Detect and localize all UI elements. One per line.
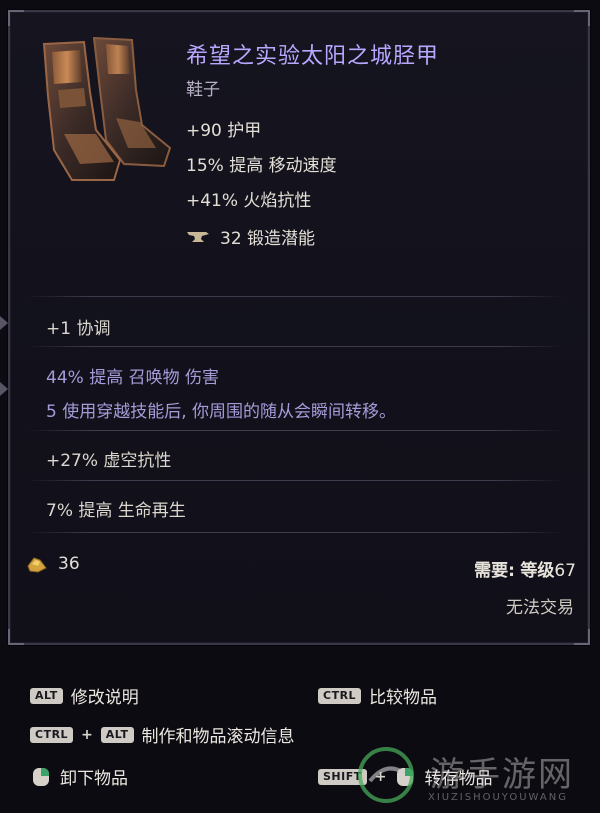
forging-potential: 32 锻造潜能 [186, 224, 315, 249]
requirement-level-label: 等级 [520, 561, 555, 581]
level-requirement: 需要: 等级67 [474, 556, 576, 581]
frame-corner [574, 629, 590, 645]
divider [26, 296, 564, 297]
plus-icon: + [81, 726, 93, 743]
right-mouse-icon [33, 767, 49, 786]
forging-potential-label: 32 锻造潜能 [220, 229, 316, 249]
gold-value: 36 [26, 554, 80, 574]
requirement-label: 需要: [474, 561, 515, 581]
hint-label: 比较物品 [369, 688, 438, 708]
frame-corner [8, 10, 24, 26]
watermark-subtext: XIUZISHOUYOUWANG [428, 792, 568, 803]
affix-line: 5 使用穿越技能后, 你周围的随从会瞬间转移。 [46, 402, 397, 422]
divider [26, 532, 564, 533]
implicit-stat: +41% 火焰抗性 [186, 191, 312, 211]
anvil-icon [187, 231, 209, 242]
trade-status: 无法交易 [506, 598, 574, 618]
ctrl-key: CTRL [318, 687, 362, 704]
divider [26, 430, 564, 431]
hint-label: 制作和物品滚动信息 [141, 727, 295, 747]
frame-notch-icon [0, 316, 8, 330]
hint-unequip-item[interactable]: 卸下物品 [30, 764, 128, 789]
affix-line: +1 协调 [46, 319, 111, 339]
hint-modify-description[interactable]: ALT 修改说明 [30, 683, 139, 708]
affix-line: 7% 提高 生命再生 [46, 501, 186, 521]
hint-label: 卸下物品 [60, 769, 128, 789]
frame-corner [8, 629, 24, 645]
frame-corner [574, 10, 590, 26]
requirement-level: 67 [554, 561, 576, 581]
watermark-text: 游手游网 [430, 755, 574, 795]
boots-item-icon [42, 36, 172, 181]
gold-amount: 36 [58, 554, 80, 574]
frame-notch-icon [0, 382, 8, 396]
implicit-stat: +90 护甲 [186, 121, 262, 141]
divider [26, 346, 564, 347]
alt-key: ALT [100, 726, 134, 743]
item-name: 希望之实验太阳之城胫甲 [186, 44, 440, 69]
affix-line: 44% 提高 召唤物 伤害 [46, 368, 219, 388]
item-type: 鞋子 [186, 80, 220, 100]
ctrl-key: CTRL [30, 726, 74, 743]
hint-crafting-info[interactable]: CTRL + ALT 制作和物品滚动信息 [30, 722, 295, 747]
hint-label: 修改说明 [70, 688, 139, 708]
gold-coin-icon [27, 557, 47, 573]
implicit-stat: 15% 提高 移动速度 [186, 156, 337, 176]
affix-line: +27% 虚空抗性 [46, 451, 172, 471]
divider [26, 480, 564, 481]
alt-key: ALT [30, 687, 63, 704]
hint-compare-items[interactable]: CTRL 比较物品 [318, 683, 437, 708]
